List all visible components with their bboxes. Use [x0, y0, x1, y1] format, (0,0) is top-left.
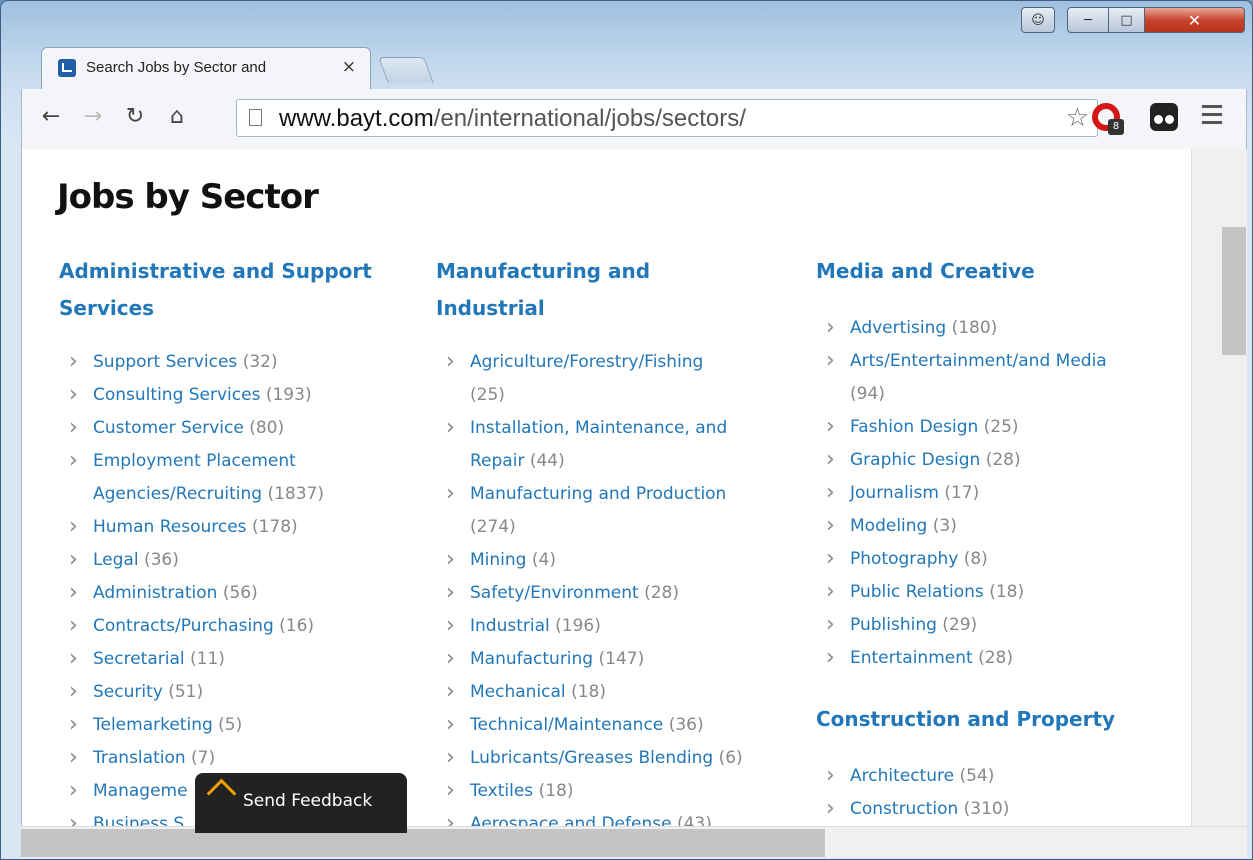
list-item[interactable]: Construction (310) — [816, 792, 1176, 826]
sector-column-2: Manufacturing andIndustrial Agriculture/… — [436, 253, 796, 826]
bayt-favicon-icon — [58, 59, 76, 77]
list-item[interactable]: Aerospace and Defense (43) — [436, 807, 796, 826]
tab-active[interactable]: Search Jobs by Sector and × — [41, 47, 371, 89]
opera-badge: 8 — [1108, 119, 1124, 135]
back-arrow-icon[interactable]: ← — [36, 103, 66, 131]
horizontal-scroll-thumb[interactable] — [21, 829, 825, 857]
category-heading[interactable]: Manufacturing and Industrial — [436, 253, 796, 327]
list-item[interactable]: Support Services (32) — [59, 345, 419, 379]
list-item[interactable]: Fashion Design (25) — [816, 410, 1176, 444]
send-feedback-button[interactable]: Send Feedback — [195, 773, 407, 833]
sector-list: Agriculture/Forestry/Fishing(25) Install… — [436, 345, 796, 826]
page-content: Jobs by Sector Administrative and Suppor… — [21, 149, 1191, 826]
list-item[interactable]: Human Resources (178) — [59, 510, 419, 544]
reload-icon[interactable]: ↻ — [120, 103, 150, 131]
opera-extension-icon[interactable]: 8 — [1092, 103, 1124, 135]
new-tab-button[interactable] — [378, 57, 434, 83]
user-profile-icon[interactable]: ☺ — [1021, 7, 1055, 33]
list-item[interactable]: Technical/Maintenance (36) — [436, 708, 796, 742]
list-item[interactable]: Employment PlacementAgencies/Recruiting … — [59, 444, 419, 511]
toolbar: ← → ↻ ⌂ www.bayt.com/en/international/jo… — [21, 89, 1247, 149]
category-heading[interactable]: Media and Creative — [816, 253, 1176, 290]
page-icon — [249, 109, 262, 126]
browser-window: ☺ ─ □ ✕ Search Jobs by Sector and × ← → … — [0, 0, 1253, 860]
page-title: Jobs by Sector — [57, 177, 319, 217]
list-item[interactable]: Entertainment (28) — [816, 641, 1176, 675]
list-item[interactable]: Journalism (17) — [816, 476, 1176, 510]
close-window-button[interactable]: ✕ — [1145, 7, 1245, 33]
list-item[interactable]: Customer Service (80) — [59, 411, 419, 445]
list-item[interactable]: Installation, Maintenance, andRepair (44… — [436, 411, 796, 478]
url-host: www.bayt.com — [279, 105, 434, 132]
sector-list: Support Services (32) Consulting Service… — [59, 345, 419, 826]
list-item[interactable]: Security (51) — [59, 675, 419, 709]
list-item[interactable]: Mechanical (18) — [436, 675, 796, 709]
vertical-scroll-thumb[interactable] — [1222, 227, 1246, 355]
list-item[interactable]: Industrial (196) — [436, 609, 796, 643]
list-item[interactable]: Advertising (180) — [816, 311, 1176, 345]
list-item[interactable]: Arts/Entertainment/and Media(94) — [816, 344, 1176, 411]
list-item[interactable]: Mining (4) — [436, 543, 796, 577]
vertical-scrollbar[interactable] — [1191, 149, 1247, 826]
list-item[interactable]: Publishing (29) — [816, 608, 1176, 642]
list-item[interactable]: Manufacturing (147) — [436, 642, 796, 676]
list-item[interactable]: Lubricants/Greases Blending (6) — [436, 741, 796, 775]
list-item[interactable]: Secretarial (11) — [59, 642, 419, 676]
sector-column-1: Administrative and SupportServices Suppo… — [59, 253, 419, 826]
list-item[interactable]: Graphic Design (28) — [816, 443, 1176, 477]
list-item[interactable]: Textiles (18) — [436, 774, 796, 808]
list-item[interactable]: Safety/Environment (28) — [436, 576, 796, 610]
maximize-button[interactable]: □ — [1109, 7, 1145, 33]
list-item[interactable]: Consulting Services (193) — [59, 378, 419, 412]
list-item[interactable]: Manufacturing and Production(274) — [436, 477, 796, 544]
sector-list: Architecture (54) Construction (310) — [816, 759, 1176, 826]
list-item[interactable]: Public Relations (18) — [816, 575, 1176, 609]
sector-list: Advertising (180) Arts/Entertainment/and… — [816, 311, 1176, 675]
minimize-button[interactable]: ─ — [1067, 7, 1109, 33]
category-heading[interactable]: Administrative and Support Services — [59, 253, 419, 327]
tab-title: Search Jobs by Sector and — [86, 59, 267, 76]
list-item[interactable]: Contracts/Purchasing (16) — [59, 609, 419, 643]
list-item[interactable]: Legal (36) — [59, 543, 419, 577]
list-item[interactable]: Photography (8) — [816, 542, 1176, 576]
forward-arrow-icon[interactable]: → — [78, 103, 108, 131]
list-item[interactable]: Translation (7) — [59, 741, 419, 775]
send-feedback-label: Send Feedback — [243, 791, 373, 811]
list-item[interactable]: Administration (56) — [59, 576, 419, 610]
address-bar[interactable]: www.bayt.com/en/international/jobs/secto… — [236, 99, 1098, 137]
list-item[interactable]: Modeling (3) — [816, 509, 1176, 543]
chevron-up-icon — [206, 778, 237, 809]
category-heading[interactable]: Construction and Property — [816, 701, 1176, 738]
tab-close-button[interactable]: × — [342, 57, 356, 77]
home-icon[interactable]: ⌂ — [162, 103, 192, 131]
list-item[interactable]: Architecture (54) — [816, 759, 1176, 793]
mask-extension-icon[interactable] — [1150, 103, 1178, 131]
url-text[interactable]: www.bayt.com/en/international/jobs/secto… — [279, 105, 746, 133]
list-item[interactable]: Agriculture/Forestry/Fishing(25) — [436, 345, 796, 412]
hamburger-menu-icon[interactable] — [1202, 105, 1222, 129]
url-path: /en/international/jobs/sectors/ — [433, 105, 746, 132]
list-item[interactable]: Telemarketing (5) — [59, 708, 419, 742]
sector-column-3: Media and Creative Advertising (180) Art… — [816, 253, 1176, 826]
bookmark-star-icon[interactable]: ☆ — [1066, 103, 1089, 133]
